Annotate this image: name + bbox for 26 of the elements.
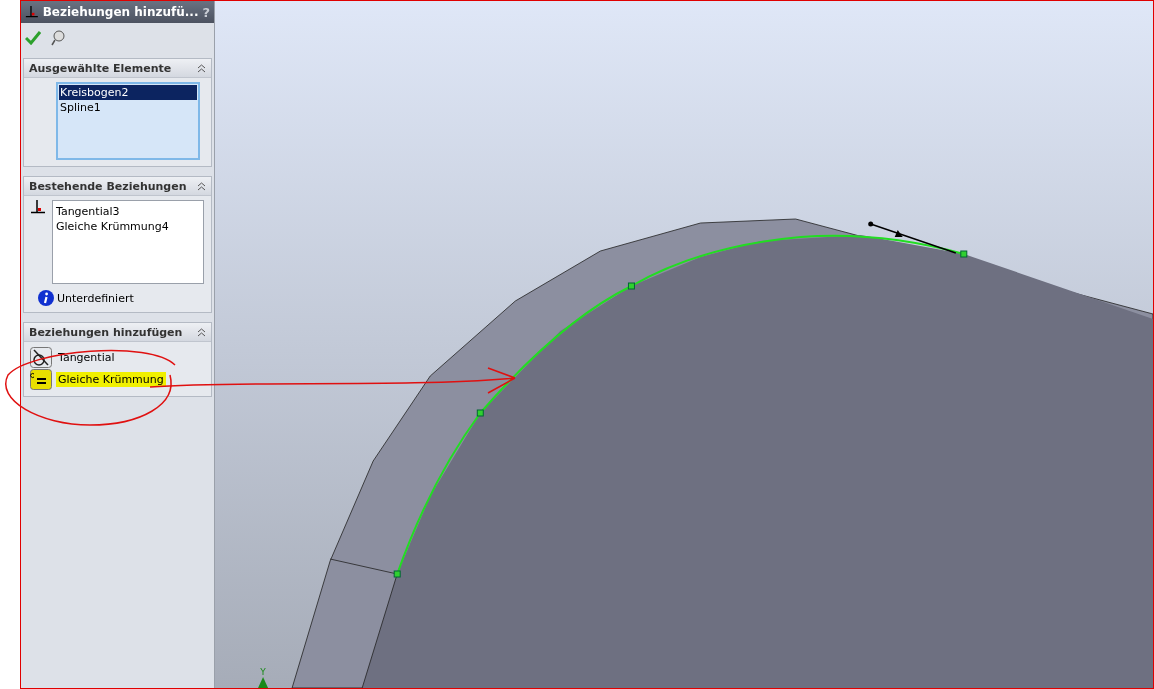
equal-icon [30, 368, 52, 390]
check-icon[interactable] [25, 31, 41, 45]
spline-point[interactable] [393, 570, 401, 578]
axis-indicator: Y [258, 667, 269, 688]
relation-option[interactable]: Tangential [56, 349, 117, 365]
tangent-handle[interactable] [868, 221, 957, 254]
list-item[interactable]: Gleiche Krümmung4 [56, 219, 200, 234]
relations-list[interactable]: Tangential3 Gleiche Krümmung4 [52, 200, 204, 284]
collapse-icon[interactable] [197, 63, 206, 73]
tangent-icon [30, 346, 52, 368]
relation-option[interactable]: Gleiche Krümmung [56, 371, 166, 387]
selection-list[interactable]: Kreisbogen2 Spline1 [56, 82, 200, 160]
spline-point[interactable] [476, 409, 484, 417]
list-item[interactable]: Tangential3 [56, 204, 200, 219]
spline-point[interactable] [627, 282, 635, 290]
relation-icon [30, 200, 46, 214]
help-button[interactable]: ? [202, 4, 210, 20]
collapse-icon[interactable] [197, 327, 206, 337]
relation-icon [25, 5, 39, 19]
list-item[interactable]: Kreisbogen2 [59, 85, 197, 100]
spline-point[interactable] [960, 250, 968, 258]
collapse-icon[interactable] [197, 181, 206, 191]
status-text: Unterdefiniert [57, 291, 134, 305]
list-item[interactable]: Spline1 [59, 100, 197, 115]
info-icon [38, 290, 54, 306]
panel-title: Beziehungen hinzufü... [42, 5, 199, 19]
